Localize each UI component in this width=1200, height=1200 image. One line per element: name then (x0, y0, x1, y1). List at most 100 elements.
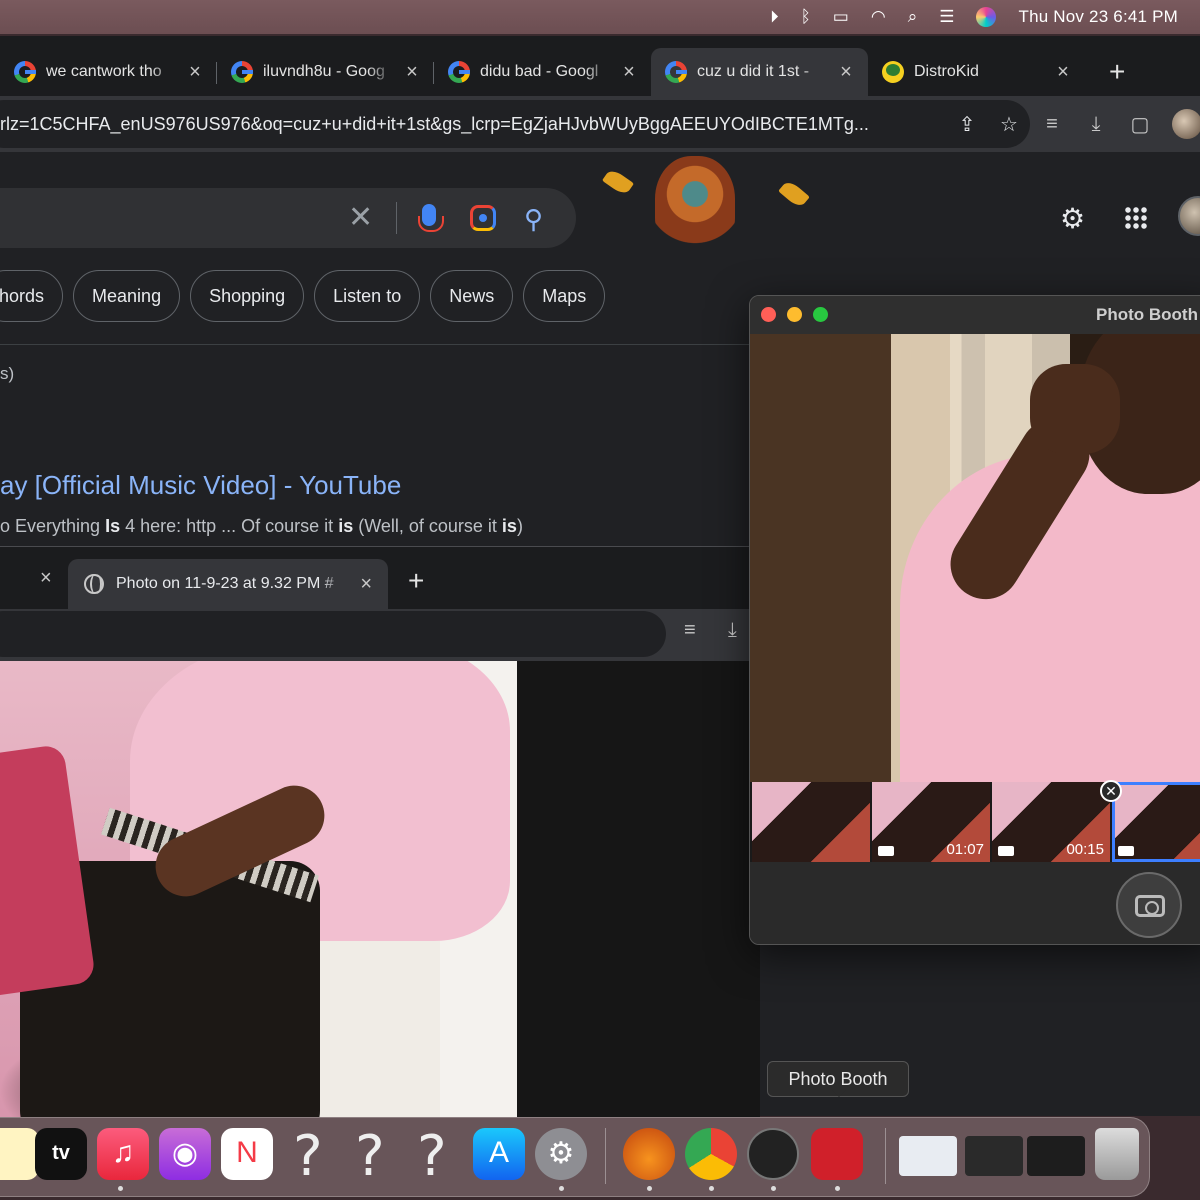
account-avatar[interactable] (1178, 196, 1200, 236)
new-tab-button[interactable]: + (408, 565, 424, 597)
tab-2[interactable]: iluvndh8u - Goog × (217, 48, 434, 96)
close-icon[interactable]: × (838, 61, 854, 84)
control-center-icon[interactable]: ☰ (939, 7, 954, 27)
photo-booth-icon[interactable] (811, 1128, 863, 1180)
close-icon[interactable]: × (187, 61, 203, 84)
google-apps-icon[interactable] (1124, 206, 1148, 230)
search-result-title[interactable]: ay [Official Music Video] - YouTube (0, 470, 401, 501)
minimize-window-button[interactable] (787, 307, 802, 322)
url-text[interactable]: rlz=1C5CHFA_enUS976US976&oq=cuz+u+did+it… (0, 114, 946, 135)
window-title: Photo Booth (1096, 305, 1198, 324)
download-icon[interactable]: ⤓ (728, 619, 737, 642)
google-doodle[interactable] (655, 156, 735, 251)
address-bar[interactable] (0, 611, 666, 657)
google-lens-icon[interactable] (470, 205, 496, 231)
ui-app-icon[interactable] (747, 1128, 799, 1180)
chip-shopping[interactable]: Shopping (190, 270, 305, 322)
chrome-window-photo: × Photo on 11-9-23 at 9.32 PM # × + ≡ ⤓ (0, 546, 760, 1117)
close-icon[interactable]: × (1055, 61, 1071, 84)
music-note-icon: ♫ (111, 1136, 135, 1169)
preview-hand (1030, 364, 1120, 454)
photo-booth-window: Photo Booth 01:07 00:15 ✕ 0 (749, 295, 1200, 945)
result-count: s) (0, 364, 15, 383)
thumbnail[interactable]: 01:07 (872, 782, 990, 862)
tab-photo-active[interactable]: Photo on 11-9-23 at 9.32 PM # × (68, 559, 388, 609)
close-icon[interactable]: × (40, 567, 52, 590)
chip-listen-to[interactable]: Listen to (314, 270, 421, 322)
siri-icon[interactable] (976, 7, 997, 27)
news-icon[interactable]: N (221, 1128, 273, 1180)
close-window-button[interactable] (761, 307, 776, 322)
thumbnail-selected[interactable]: ✕ 0 (1100, 780, 1200, 862)
camera-icon (1135, 895, 1165, 917)
apple-tv-icon[interactable]: tv (35, 1128, 87, 1180)
chip-meaning[interactable]: Meaning (73, 270, 181, 322)
clear-icon[interactable]: ✕ (348, 200, 373, 235)
delete-thumbnail-icon[interactable]: ✕ (1100, 780, 1122, 802)
wifi-icon[interactable]: ◠ (871, 7, 886, 27)
system-settings-icon[interactable]: ⚙ (535, 1128, 587, 1180)
new-tab-button[interactable]: + (1109, 48, 1125, 96)
microphone-icon[interactable] (418, 204, 444, 232)
tab-title: cuz u did it 1st - (697, 63, 810, 80)
search-divider (396, 202, 397, 234)
google-icon (231, 61, 253, 83)
thumbnail[interactable]: 00:15 (992, 782, 1110, 862)
snippet-text: ) (516, 516, 523, 536)
address-bar[interactable]: rlz=1C5CHFA_enUS976US976&oq=cuz+u+did+it… (0, 100, 1030, 148)
unknown-app-icon[interactable]: ? (355, 1124, 385, 1189)
tab-4-active[interactable]: cuz u did it 1st - × (651, 48, 868, 96)
window-preview-icon[interactable] (1027, 1136, 1085, 1176)
title-bar[interactable]: Photo Booth (750, 296, 1200, 334)
search-icon[interactable]: ⚲ (524, 204, 543, 235)
take-photo-button[interactable] (1116, 872, 1182, 938)
thumbnail-strip: 01:07 00:15 ✕ 0 (750, 780, 1200, 862)
video-icon (998, 846, 1014, 856)
unknown-app-icon[interactable]: ? (417, 1124, 447, 1189)
battery-icon[interactable]: ▭ (833, 7, 849, 27)
snippet-bold: is (338, 516, 354, 536)
screen-record-icon[interactable]: ⏵ (770, 7, 779, 27)
search-input[interactable]: ✕ ⚲ (0, 188, 576, 248)
close-icon[interactable]: × (404, 61, 420, 84)
tab-3[interactable]: didu bad - Googl × (434, 48, 651, 96)
window-preview-icon[interactable] (899, 1136, 957, 1176)
download-icon[interactable]: ⤓ (1084, 113, 1108, 136)
google-icon (448, 61, 470, 83)
photo-image[interactable] (0, 661, 517, 1117)
app-store-icon[interactable]: A (473, 1128, 525, 1180)
spotlight-icon[interactable]: ⌕ (908, 7, 918, 27)
chip-news[interactable]: News (430, 270, 514, 322)
profile-avatar[interactable] (1172, 109, 1200, 139)
thumbnail[interactable] (752, 782, 870, 862)
chip-maps[interactable]: Maps (523, 270, 606, 322)
unknown-app-icon[interactable]: ? (293, 1124, 323, 1189)
podcasts-icon[interactable]: ◉ (159, 1128, 211, 1180)
video-icon (878, 846, 894, 856)
music-icon[interactable]: ♫ (97, 1128, 149, 1180)
reading-list-icon[interactable]: ≡ (1040, 113, 1064, 136)
close-icon[interactable]: × (360, 573, 372, 596)
reading-list-icon[interactable]: ≡ (684, 619, 696, 642)
window-preview-icon[interactable] (965, 1136, 1023, 1176)
running-indicator (118, 1186, 123, 1191)
fl-studio-icon[interactable] (623, 1128, 675, 1180)
running-indicator (647, 1186, 652, 1191)
zoom-window-button[interactable] (813, 307, 828, 322)
chip-chords[interactable]: hords (0, 270, 64, 322)
podcast-glyph-icon: ◉ (171, 1137, 199, 1170)
close-icon[interactable]: × (621, 61, 637, 84)
trash-icon[interactable] (1095, 1128, 1139, 1180)
tab-1[interactable]: we cantwork tho × (0, 48, 217, 96)
side-panel-icon[interactable]: ▢ (1128, 112, 1152, 137)
bluetooth-icon[interactable]: ᛒ (801, 7, 811, 27)
chrome-icon[interactable] (685, 1128, 737, 1180)
settings-gear-icon[interactable]: ⚙ (1060, 202, 1085, 235)
bookmark-star-icon[interactable]: ☆ (988, 112, 1030, 137)
notes-icon[interactable] (0, 1128, 39, 1180)
share-icon[interactable]: ⇪ (946, 112, 988, 137)
tab-strip: × Photo on 11-9-23 at 9.32 PM # × + (0, 547, 760, 609)
menu-bar-clock[interactable]: Thu Nov 23 6:41 PM (1018, 7, 1178, 27)
tab-5[interactable]: DistroKid × (868, 48, 1085, 96)
running-indicator (709, 1186, 714, 1191)
